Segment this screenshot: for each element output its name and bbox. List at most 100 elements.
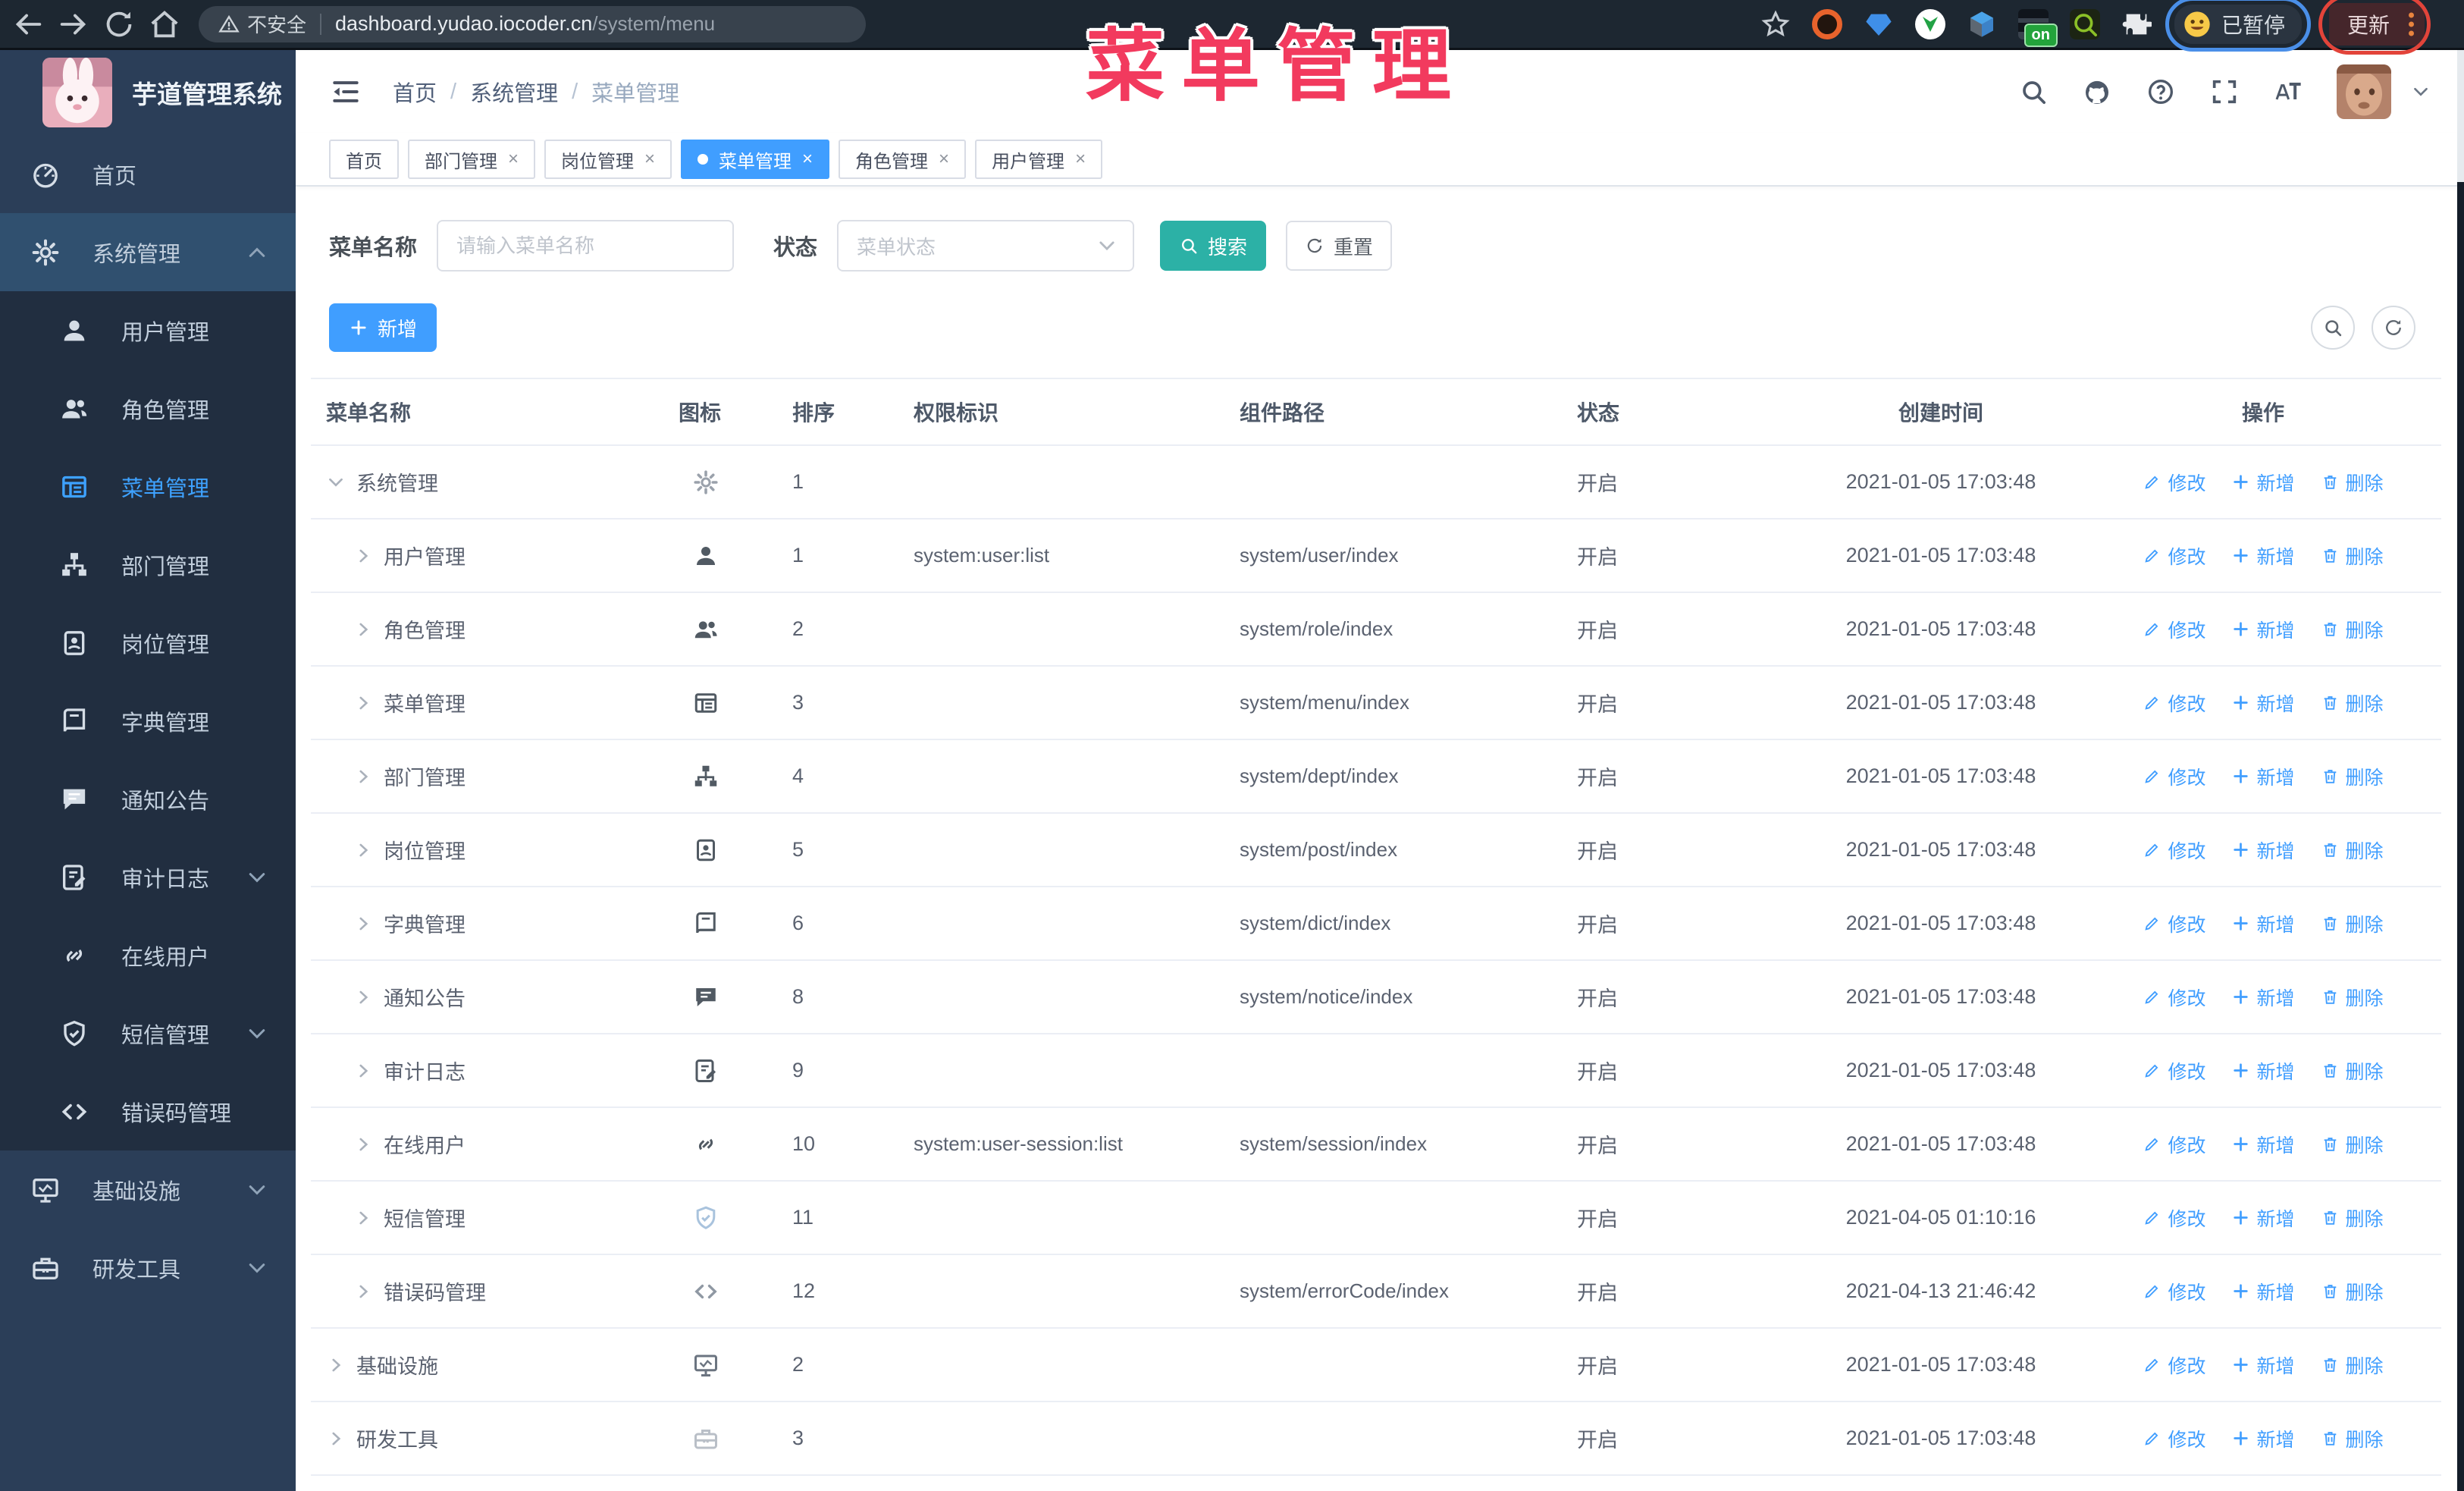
edit-action[interactable]: 修改: [2143, 689, 2205, 717]
close-icon[interactable]: ×: [1075, 150, 1086, 168]
collapse-caret-icon[interactable]: [326, 1355, 346, 1375]
add-action[interactable]: 新增: [2231, 469, 2295, 496]
sidebar-item-link[interactable]: 在线用户: [0, 916, 296, 994]
delete-action[interactable]: 删除: [2321, 910, 2384, 937]
font-size-icon[interactable]: [2273, 77, 2303, 107]
delete-action[interactable]: 删除: [2321, 837, 2384, 864]
close-icon[interactable]: ×: [939, 150, 949, 168]
edit-action[interactable]: 修改: [2143, 910, 2205, 937]
profile-paused-badge[interactable]: 已暂停: [2165, 0, 2311, 52]
collapse-caret-icon[interactable]: [353, 767, 373, 786]
collapse-caret-icon[interactable]: [353, 1061, 373, 1081]
reload-icon[interactable]: [102, 7, 136, 42]
extension-gem-icon[interactable]: [1864, 9, 1894, 39]
add-action[interactable]: 新增: [2231, 1204, 2295, 1232]
breadcrumb-item[interactable]: 首页: [393, 76, 437, 108]
close-icon[interactable]: ×: [802, 150, 813, 168]
breadcrumb-item[interactable]: 系统管理: [470, 76, 558, 108]
avatar[interactable]: [2337, 64, 2391, 119]
add-action[interactable]: 新增: [2231, 689, 2295, 717]
collapse-caret-icon[interactable]: [353, 693, 373, 713]
status-select[interactable]: 菜单状态: [837, 220, 1135, 272]
delete-action[interactable]: 删除: [2321, 689, 2384, 717]
avatar-caret-icon[interactable]: [2411, 82, 2431, 102]
sidebar-item-tree[interactable]: 部门管理: [0, 526, 296, 604]
security-chip[interactable]: 不安全: [218, 10, 306, 38]
add-action[interactable]: 新增: [2231, 763, 2295, 790]
add-action[interactable]: 新增: [2231, 1057, 2295, 1085]
edit-action[interactable]: 修改: [2143, 1425, 2205, 1452]
edit-action[interactable]: 修改: [2143, 1131, 2205, 1158]
sidebar-item-users[interactable]: 角色管理: [0, 369, 296, 447]
show-search-button[interactable]: [2311, 306, 2355, 350]
sidebar-item-badge[interactable]: 岗位管理: [0, 604, 296, 682]
tab-岗位管理[interactable]: 岗位管理 ×: [544, 140, 672, 179]
collapse-caret-icon[interactable]: [353, 546, 373, 566]
tab-部门管理[interactable]: 部门管理 ×: [408, 140, 536, 179]
collapse-caret-icon[interactable]: [353, 620, 373, 639]
add-action[interactable]: 新增: [2231, 542, 2295, 570]
app-logo-row[interactable]: 芋道管理系统: [0, 50, 296, 135]
add-action[interactable]: 新增: [2231, 1278, 2295, 1305]
edit-action[interactable]: 修改: [2143, 542, 2205, 570]
search-button[interactable]: 搜索: [1160, 221, 1267, 271]
add-button[interactable]: 新增: [329, 303, 437, 352]
add-action[interactable]: 新增: [2231, 837, 2295, 864]
sidebar-item-user[interactable]: 用户管理: [0, 291, 296, 369]
scrollbar-thumb[interactable]: [2457, 50, 2464, 182]
sidebar-item-dashboard[interactable]: 首页: [0, 135, 296, 213]
forward-icon[interactable]: [56, 7, 91, 42]
add-action[interactable]: 新增: [2231, 910, 2295, 937]
add-action[interactable]: 新增: [2231, 1351, 2295, 1379]
edit-action[interactable]: 修改: [2143, 984, 2205, 1011]
sidebar-item-log[interactable]: 审计日志: [0, 838, 296, 916]
tab-首页[interactable]: 首页: [329, 140, 399, 179]
extension-check-icon[interactable]: [1914, 8, 1945, 39]
add-action[interactable]: 新增: [2231, 1425, 2295, 1452]
github-icon[interactable]: [2082, 77, 2112, 107]
sidebar-item-message[interactable]: 通知公告: [0, 760, 296, 838]
collapse-caret-icon[interactable]: [353, 987, 373, 1007]
edit-action[interactable]: 修改: [2143, 469, 2205, 496]
add-action[interactable]: 新增: [2231, 984, 2295, 1011]
extension-magnifier-icon[interactable]: [2069, 8, 2100, 39]
collapse-sidebar-icon[interactable]: [329, 75, 362, 108]
edit-action[interactable]: 修改: [2143, 1278, 2205, 1305]
edit-action[interactable]: 修改: [2143, 616, 2205, 643]
add-action[interactable]: 新增: [2231, 1131, 2295, 1158]
search-icon[interactable]: [2018, 77, 2049, 107]
collapse-caret-icon[interactable]: [353, 840, 373, 860]
sidebar-item-menu[interactable]: 菜单管理: [0, 447, 296, 526]
collapse-caret-icon[interactable]: [326, 1429, 346, 1449]
delete-action[interactable]: 删除: [2321, 763, 2384, 790]
edit-action[interactable]: 修改: [2143, 837, 2205, 864]
sidebar-item-shield[interactable]: 短信管理: [0, 994, 296, 1072]
sidebar-item-gear[interactable]: 系统管理: [0, 213, 296, 291]
tab-菜单管理[interactable]: 菜单管理 ×: [681, 140, 830, 179]
delete-action[interactable]: 删除: [2321, 1204, 2384, 1232]
edit-action[interactable]: 修改: [2143, 763, 2205, 790]
fullscreen-icon[interactable]: [2209, 77, 2240, 107]
add-action[interactable]: 新增: [2231, 616, 2295, 643]
delete-action[interactable]: 删除: [2321, 984, 2384, 1011]
browser-menu-dots-icon[interactable]: [2409, 12, 2414, 36]
extension-cube-icon[interactable]: [1967, 9, 1997, 39]
close-icon[interactable]: ×: [508, 150, 519, 168]
extension-stack-icon[interactable]: on: [2017, 8, 2058, 47]
sidebar-item-code[interactable]: 错误码管理: [0, 1072, 296, 1150]
edit-action[interactable]: 修改: [2143, 1204, 2205, 1232]
home-icon[interactable]: [147, 7, 182, 42]
browser-update-button[interactable]: 更新: [2318, 0, 2431, 55]
expand-caret-icon[interactable]: [326, 472, 346, 492]
delete-action[interactable]: 删除: [2321, 1278, 2384, 1305]
back-icon[interactable]: [11, 7, 45, 42]
refresh-table-button[interactable]: [2372, 306, 2415, 350]
collapse-caret-icon[interactable]: [353, 1282, 373, 1301]
delete-action[interactable]: 删除: [2321, 1425, 2384, 1452]
delete-action[interactable]: 删除: [2321, 1351, 2384, 1379]
edit-action[interactable]: 修改: [2143, 1351, 2205, 1379]
menu-name-input[interactable]: [437, 220, 735, 272]
edit-action[interactable]: 修改: [2143, 1057, 2205, 1085]
extension-orange-icon[interactable]: [1811, 8, 1842, 39]
delete-action[interactable]: 删除: [2321, 542, 2384, 570]
